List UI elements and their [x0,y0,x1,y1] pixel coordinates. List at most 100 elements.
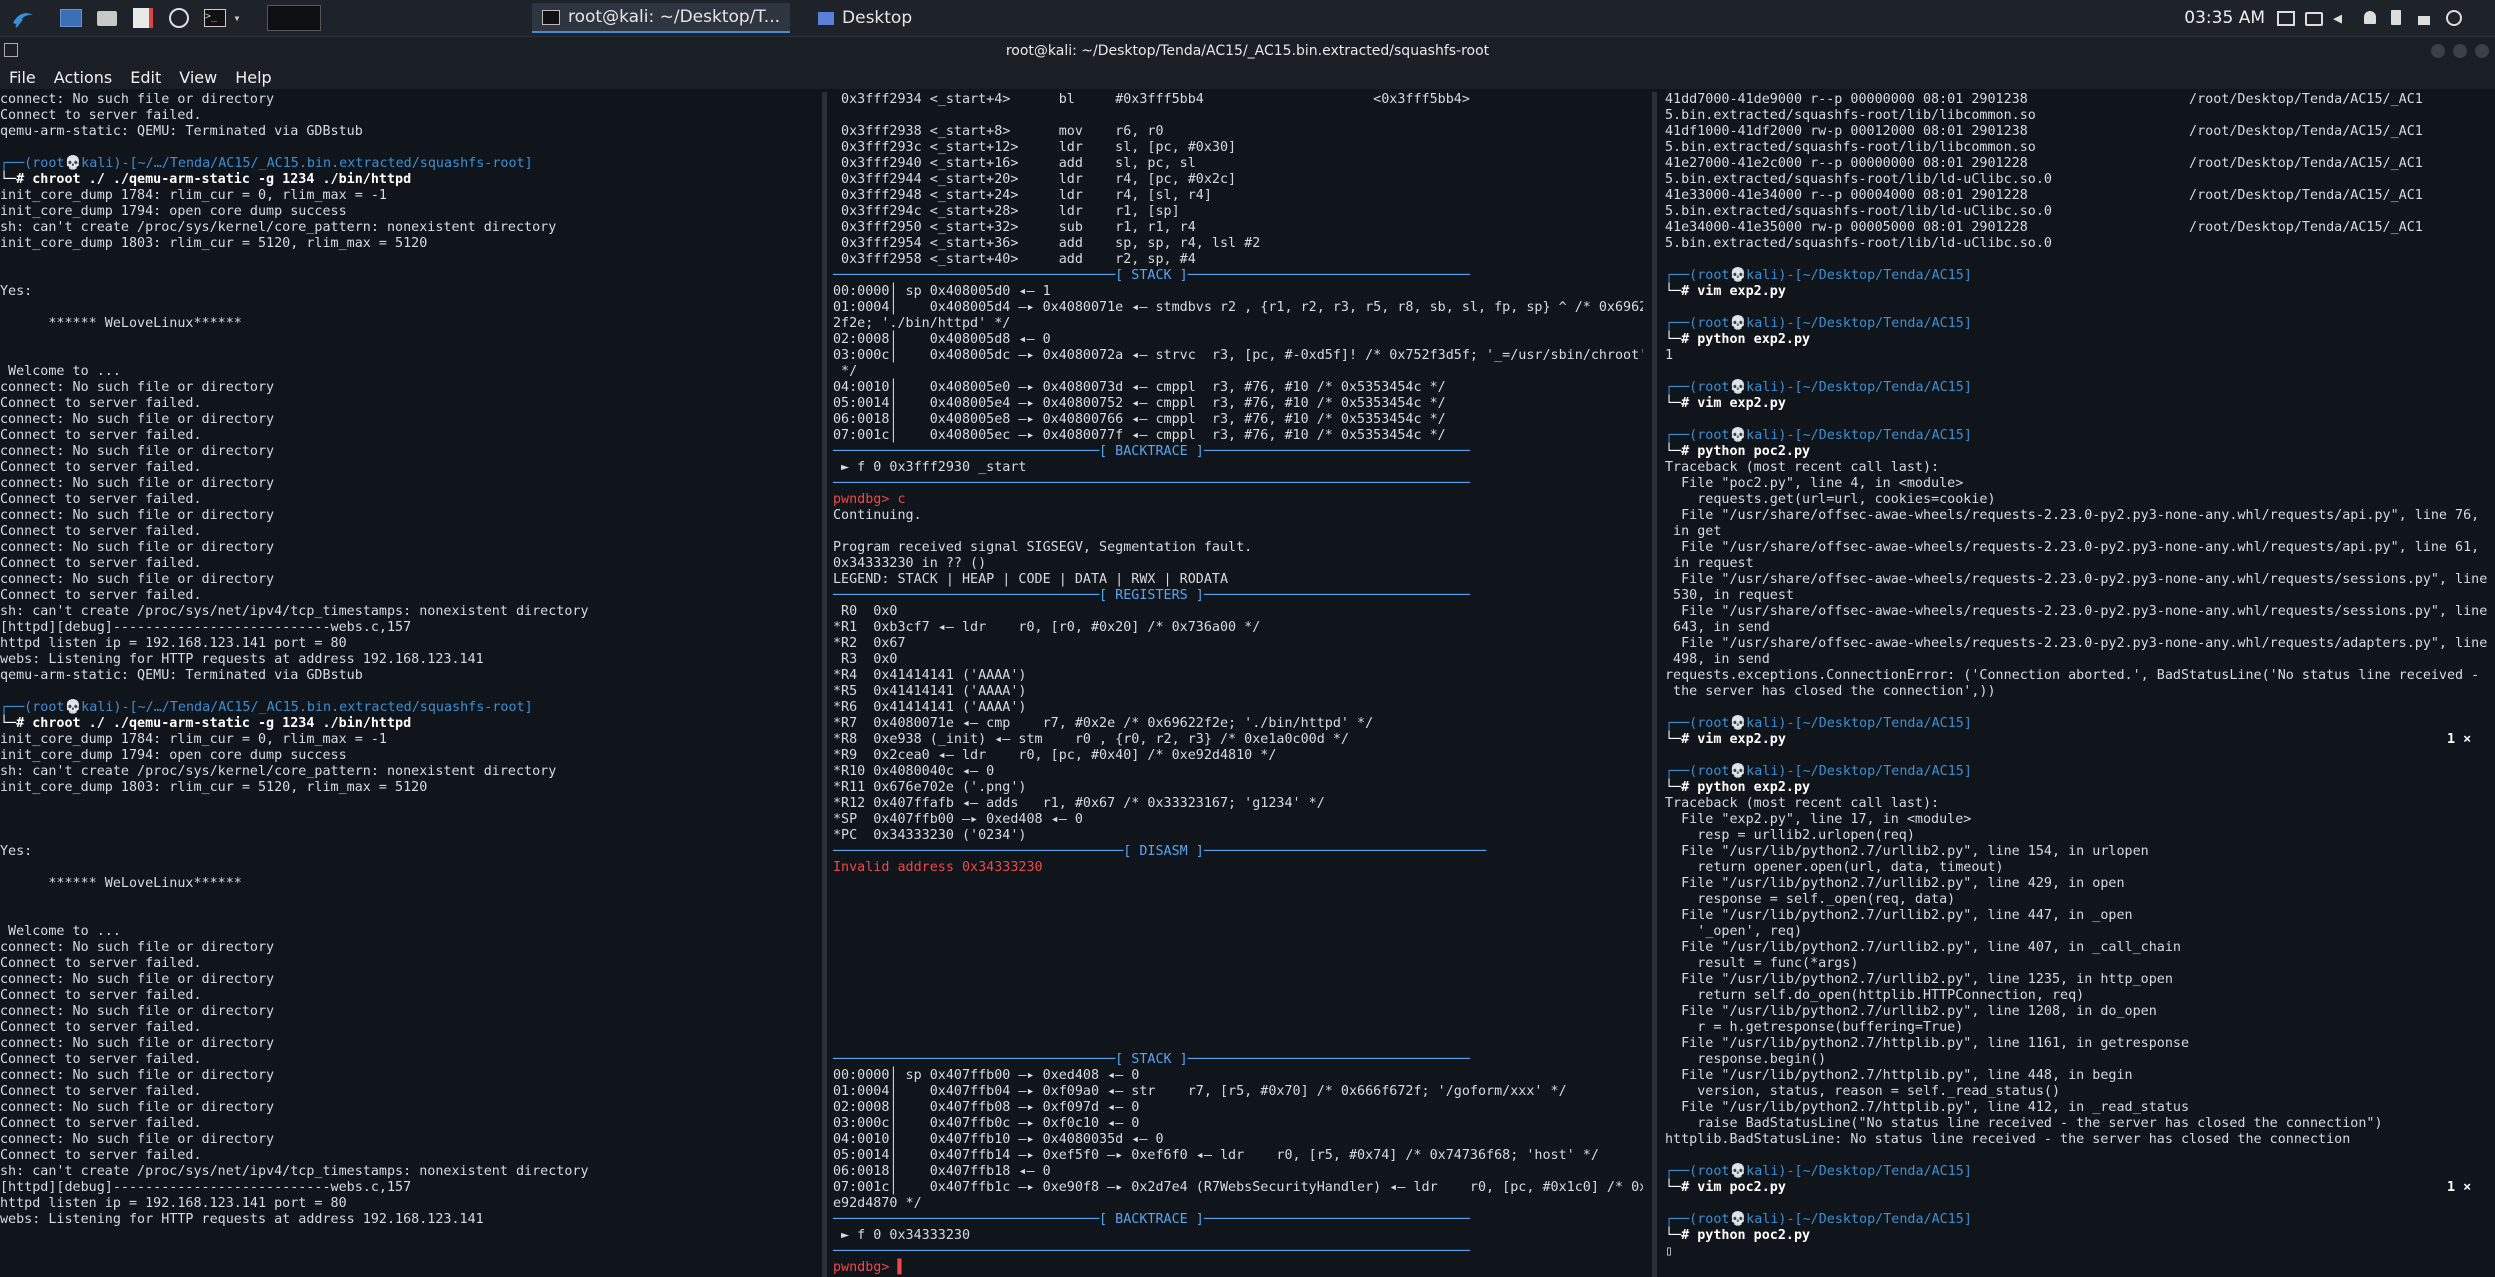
terminal-line: Connect to server failed. [0,1052,202,1067]
terminal-line: connect: No such file or directory [0,380,275,395]
display-icon[interactable] [2277,9,2295,27]
chevron-down-icon[interactable]: ▾ [230,5,244,31]
maximize-button[interactable] [2453,44,2467,58]
terminal-line: ****** WeLoveLinux****** [0,316,242,331]
menu-help[interactable]: Help [235,68,271,87]
terminal-thumbnail-icon[interactable] [266,5,322,31]
terminal-line: connect: No such file or directory [0,540,275,555]
notification-bell-icon[interactable] [2361,9,2379,27]
terminal-line: sh: can't create /proc/sys/kernel/core_p… [0,220,557,235]
terminal-line: File "/usr/share/offsec-awae-wheels/requ… [1665,572,2488,587]
terminal-line: *R1 0xb3cf7 ◂— ldr r0, [r0, #0x20] /* 0x… [833,620,1261,635]
menu-edit[interactable]: Edit [130,68,161,87]
terminal-line: *SP 0x407ffb00 —▸ 0xed408 ◂— 0 [833,812,1083,827]
terminal-line: ┌──(root💀kali)-[~/Desktop/Tenda/AC15] [1665,764,1972,779]
menu-actions[interactable]: Actions [54,68,112,87]
terminal-line: 02:0008│ 0x407ffb08 —▸ 0xf097d ◂— 0 [833,1100,1140,1115]
clock[interactable]: 03:35 AM [2184,8,2265,28]
text-editor-icon[interactable] [130,5,156,31]
terminal-line: ┌──(root💀kali)-[~/Desktop/Tenda/AC15] [1665,268,1972,283]
terminal-line: Program received signal SIGSEGV, Segment… [833,540,1253,555]
network-icon[interactable] [2305,9,2323,27]
menu-view[interactable]: View [179,68,217,87]
terminal-line: └─# python exp2.py [1665,780,1811,795]
terminal-line: 643, in send [1665,620,1770,635]
terminal-line: connect: No such file or directory [0,572,275,587]
terminal-line: */ [833,364,858,379]
terminal-line: qemu-arm-static: QEMU: Terminated via GD… [0,668,363,683]
terminal-line: 5.bin.extracted/squashfs-root/lib/ld-uCl… [1665,236,2052,251]
terminal-icon[interactable]: >_ [202,5,228,31]
terminal-line: pwndbg> c [833,492,906,507]
kali-menu-icon[interactable] [10,5,36,31]
volume-icon[interactable]: ◀ [2333,9,2351,27]
terminal-line: init_core_dump 1794: open core dump succ… [0,748,347,763]
terminal-line: 41df1000-41df2000 rw-p 00012000 08:01 29… [1665,124,2423,139]
terminal-line: 0x3fff2944 <_start+20> ldr r4, [pc, #0x2… [833,172,1237,187]
file-manager-icon[interactable] [94,5,120,31]
terminal-line: response.begin() [1665,1052,1827,1067]
terminal-line: Connect to server failed. [0,1148,202,1163]
terminal-line: 0x3fff2948 <_start+24> ldr r4, [sl, r4] [833,188,1212,203]
terminal-pane-left[interactable]: connect: No such file or directory Connec… [0,92,818,1277]
terminal-line: Connect to server failed. [0,396,202,411]
power-icon[interactable] [2445,9,2463,27]
terminal-pane-right[interactable]: 41dd7000-41de9000 r--p 00000000 08:01 29… [1665,92,2495,1277]
terminal-line: connect: No such file or directory [0,508,275,523]
terminal-line: File "/usr/lib/python2.7/httplib.py", li… [1665,1068,2133,1083]
close-button[interactable] [2475,44,2489,58]
workspace-icon[interactable] [58,5,84,31]
terminal-line: *R12 0x407ffafb ◂— adds r1, #0x67 /* 0x3… [833,796,1325,811]
terminal-line: 2f2e; './bin/httpd' */ [833,316,1011,331]
terminal-line: 03:000c│ 0x407ffb0c —▸ 0xf0c10 ◂— 0 [833,1116,1140,1131]
minimize-button[interactable] [2431,44,2445,58]
terminal-line: └─# python poc2.py [1665,444,1811,459]
pane-divider[interactable] [822,92,827,1277]
terminal-line: 05:0014│ 0x407ffb14 —▸ 0xef5f0 —▸ 0xef6f… [833,1148,1599,1163]
terminal-line: R3 0x0 [833,652,898,667]
terminal-line: 0x3fff2934 <_start+4> bl #0x3fff5bb4 <0x… [833,92,1470,107]
menu-file[interactable]: File [9,68,36,87]
browser-icon[interactable] [166,5,192,31]
terminal-line: 530, in request [1665,588,1794,603]
terminal-line: connect: No such file or directory [0,92,275,107]
terminal-line: connect: No such file or directory [0,1004,275,1019]
terminal-line: 5.bin.extracted/squashfs-root/lib/ld-uCl… [1665,204,2052,219]
terminal-line: └─# chroot ./ ./qemu-arm-static -g 1234 … [0,716,412,731]
terminal-line: init_core_dump 1803: rlim_cur = 5120, rl… [0,780,428,795]
terminal-line: [httpd][debug]--------------------------… [0,620,412,635]
window-button-terminal[interactable]: root@kali: ~/Desktop/T... [532,3,791,33]
window-button-desktop[interactable]: Desktop [808,4,922,32]
terminal-line: sh: can't create /proc/sys/kernel/core_p… [0,764,557,779]
terminal-line: 0x3fff2940 <_start+16> add sl, pc, sl [833,156,1196,171]
terminal-line: init_core_dump 1784: rlim_cur = 0, rlim_… [0,188,387,203]
terminal-line: ┌──(root💀kali)-[~/Desktop/Tenda/AC15] [1665,428,1972,443]
terminal-line: 07:001c│ 0x407ffb1c —▸ 0xe90f8 —▸ 0x2d7e… [833,1180,1643,1195]
terminal-line: R0 0x0 [833,604,898,619]
terminal-line: *R11 0x676e702e ('.png') [833,780,1027,795]
terminal-line: ┌──(root💀kali)-[~/Desktop/Tenda/AC15] [1665,380,1972,395]
battery-icon[interactable] [2387,9,2405,27]
terminal-line: File "poc2.py", line 4, in <module> [1665,476,1964,491]
terminal-line: └─# python poc2.py [1665,1228,1811,1243]
lock-icon[interactable] [2415,9,2433,27]
terminal-line: └─# python exp2.py [1665,332,1811,347]
terminal-line: 06:0018│ 0x408005e8 —▸ 0x40800766 ◂— cmp… [833,412,1446,427]
window-title: root@kali: ~/Desktop/Tenda/AC15/_AC15.bi… [0,37,2495,65]
terminal-line: 07:001c│ 0x408005ec —▸ 0x4080077f ◂— cmp… [833,428,1446,443]
terminal-line: 0x3fff293c <_start+12> ldr sl, [pc, #0x3… [833,140,1237,155]
terminal-line: sh: can't create /proc/sys/net/ipv4/tcp_… [0,604,589,619]
pane-divider[interactable] [1652,92,1657,1277]
terminal-line: 41e27000-41e2c000 r--p 00000000 08:01 29… [1665,156,2423,171]
terminal-pane-middle[interactable]: 0x3fff2934 <_start+4> bl #0x3fff5bb4 <0x… [833,92,1643,1277]
terminal-line: *PC 0x34333230 ('0234') [833,828,1027,843]
